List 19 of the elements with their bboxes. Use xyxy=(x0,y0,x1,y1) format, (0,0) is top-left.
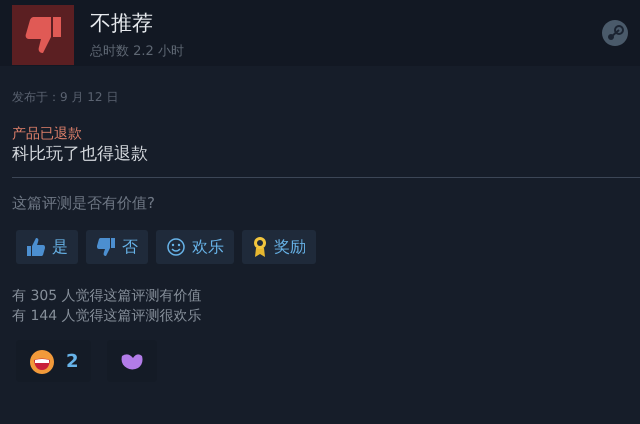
laughing-emoji-icon xyxy=(28,347,56,376)
medal-icon xyxy=(252,236,268,258)
helpful-question: 这篇评测是否有价值? xyxy=(12,192,156,214)
smiley-icon xyxy=(166,237,186,258)
no-button[interactable]: 否 xyxy=(86,230,148,264)
award-count: 2 xyxy=(66,350,79,374)
playtime-text: 总时数 2.2 小时 xyxy=(90,43,185,61)
posted-date: 发布于：9 月 12 日 xyxy=(12,89,120,106)
review-verdict: 不推荐 xyxy=(90,13,154,34)
thumbs-up-icon xyxy=(26,237,46,258)
thumbs-down-icon xyxy=(96,237,116,258)
review-text: 科比玩了也得退款 xyxy=(12,142,149,165)
steam-logo-icon xyxy=(602,20,628,46)
award-button[interactable]: 奖励 xyxy=(242,230,316,264)
funny-button[interactable]: 欢乐 xyxy=(156,230,234,264)
helpful-count-text: 有 144 人觉得这篇评测很欢乐 xyxy=(12,307,203,326)
refund-label: 产品已退款 xyxy=(12,126,83,143)
helpful-count-text: 有 305 人觉得这篇评测有价值 xyxy=(12,287,203,306)
yes-button[interactable]: 是 xyxy=(16,230,78,264)
